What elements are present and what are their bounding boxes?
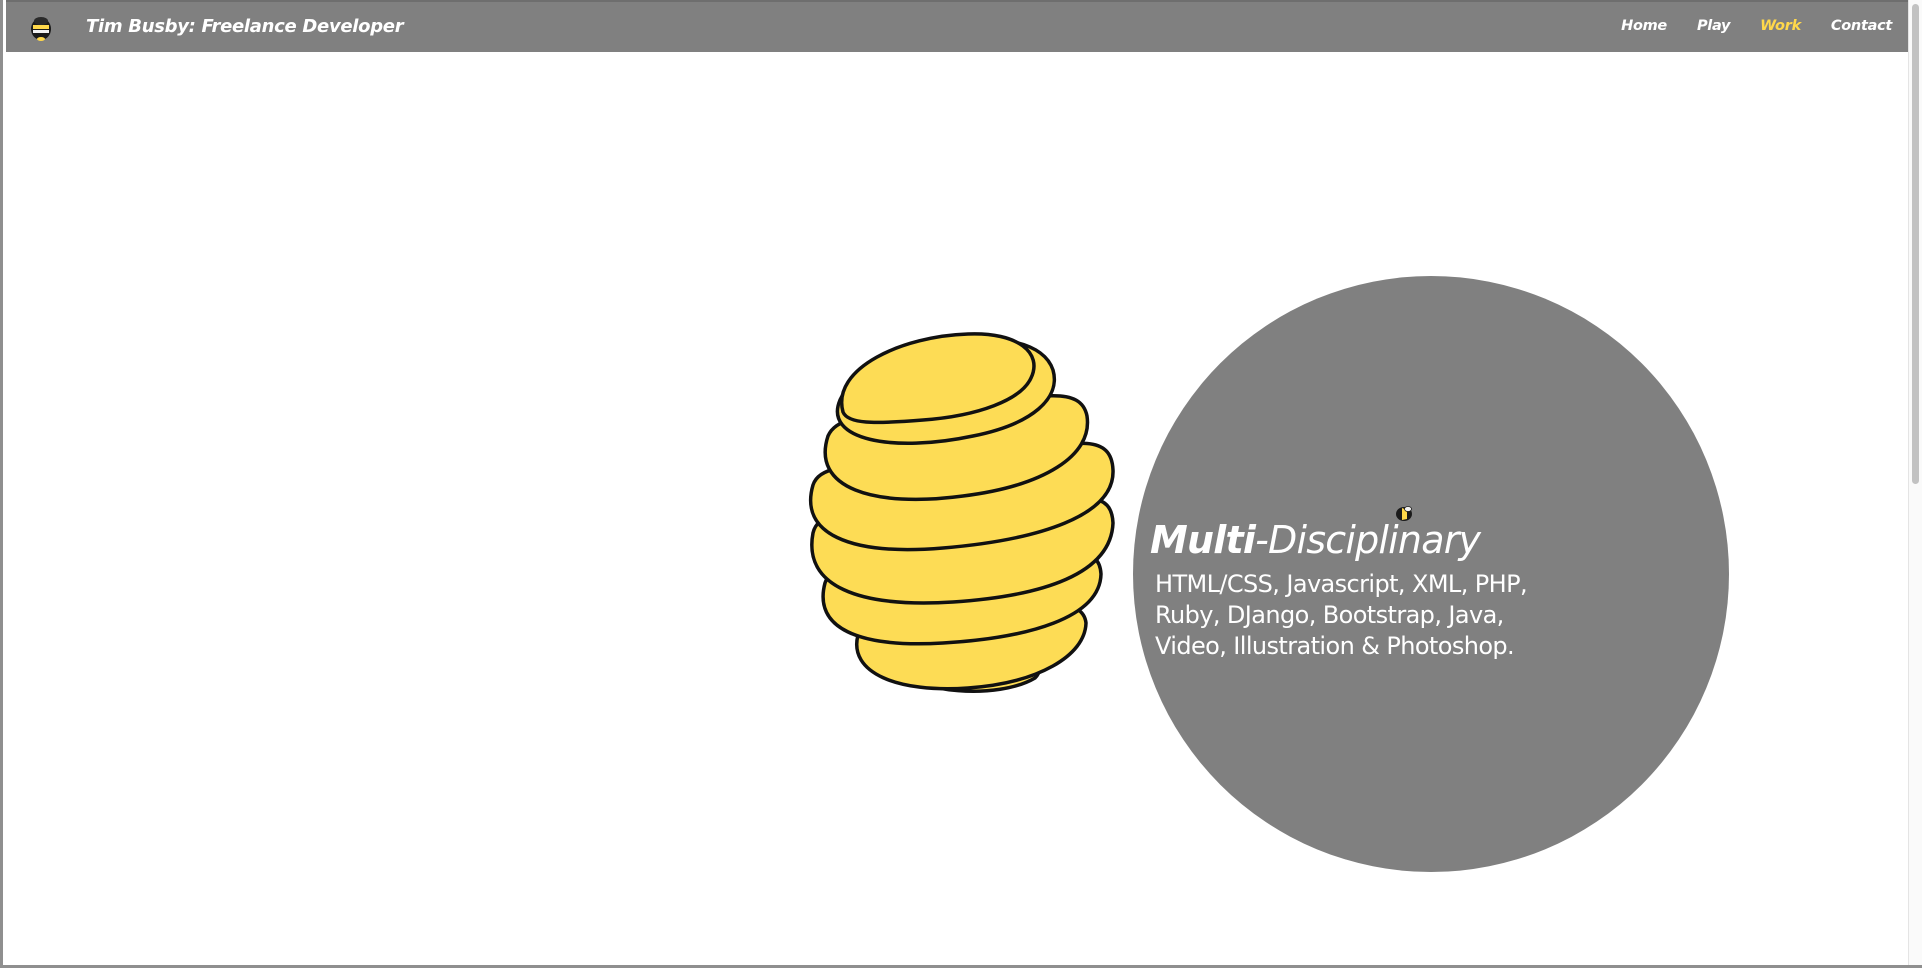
nav-link-work[interactable]: Work [1760,18,1801,34]
hero-headline: Multi-Disciplinary [1150,518,1481,562]
vertical-scrollbar[interactable] [1908,0,1922,965]
scrollbar-thumb[interactable] [1912,4,1919,484]
top-navbar: Tim Busby: Freelance Developer Home Play… [6,0,1912,52]
nav-link-home[interactable]: Home [1621,18,1667,34]
bee-avatar-icon[interactable] [26,12,56,42]
nav-link-play[interactable]: Play [1697,18,1731,34]
page: Tim Busby: Freelance Developer Home Play… [0,0,1922,968]
skills-line: HTML/CSS, Javascript, XML, PHP, [1155,570,1528,598]
skills-line: Video, Illustration & Photoshop. [1155,632,1515,660]
headline-dash: - [1255,518,1269,562]
nav-link-contact[interactable]: Contact [1831,18,1892,34]
skills-line: Ruby, DJango, Bootstrap, Java, [1155,601,1504,629]
main-nav: Home Play Work Contact [1591,18,1892,34]
skills-text: HTML/CSS, Javascript, XML, PHP, Ruby, DJ… [1155,569,1555,662]
headline-light: Disciplinary [1268,518,1481,562]
beehive-icon [808,332,1115,693]
headline-strong: Multi [1150,518,1256,562]
site-title[interactable]: Tim Busby: Freelance Developer [86,16,404,37]
